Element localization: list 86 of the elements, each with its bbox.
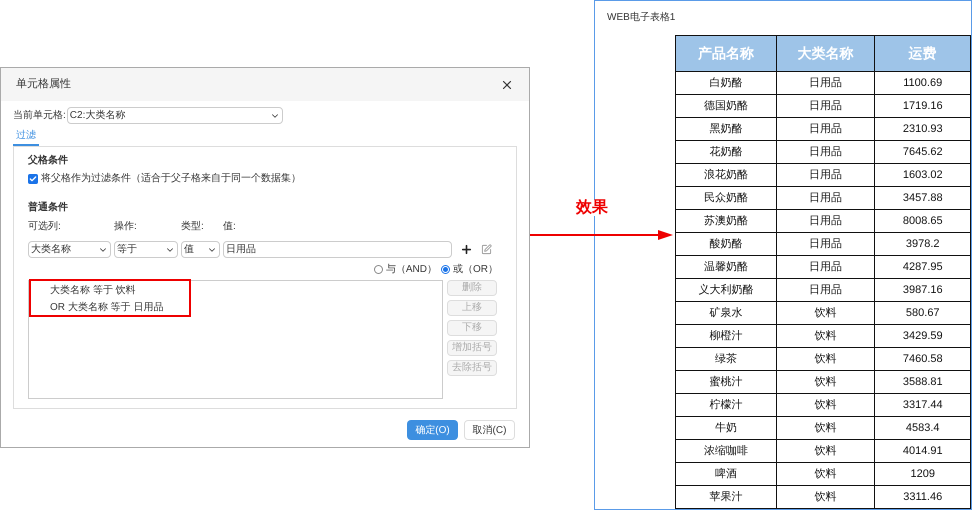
table-cell: 1719.16 <box>874 94 970 118</box>
operation-select[interactable]: 等于 <box>114 241 178 258</box>
table-cell: 日用品 <box>776 256 875 278</box>
table-cell: 温馨奶酪 <box>676 256 776 278</box>
table-cell: 日用品 <box>776 232 875 256</box>
table-cell: 日用品 <box>776 164 875 186</box>
table-cell: 饮料 <box>776 302 875 324</box>
table-cell: 4583.4 <box>874 416 970 440</box>
table-cell: 580.67 <box>874 302 970 324</box>
table-cell: 3311.46 <box>874 486 970 508</box>
table-cell: 3429.59 <box>874 324 970 348</box>
cell-select[interactable]: C2:大类名称 <box>66 107 283 124</box>
column-header: 产品名称 <box>676 36 776 72</box>
table-cell: 浓缩咖啡 <box>676 440 776 462</box>
dialog-title: 单元格属性 <box>16 77 71 92</box>
field-label: 可选列: <box>28 220 62 234</box>
table-cell: 日用品 <box>776 118 875 140</box>
section-title: 父格条件 <box>28 154 69 168</box>
table-cell: 日用品 <box>776 210 875 232</box>
table-cell: 3588.81 <box>874 370 970 394</box>
table-cell: 4014.91 <box>874 440 970 462</box>
field-label: 类型: <box>181 220 205 234</box>
table-cell: 民众奶酪 <box>676 186 776 210</box>
table-cell: 绿茶 <box>676 348 776 370</box>
table-cell: 饮料 <box>776 440 875 462</box>
table-cell: 饮料 <box>776 394 875 416</box>
radio-label: 或（OR） <box>453 262 498 277</box>
table-cell: 啤酒 <box>676 462 776 486</box>
table-cell: 3978.2 <box>874 232 970 256</box>
table-cell: 日用品 <box>776 186 875 210</box>
table-cell: 白奶酪 <box>676 72 776 94</box>
column-select[interactable]: 大类名称 <box>28 241 111 258</box>
table-cell: 饮料 <box>776 416 875 440</box>
table-cell: 4287.95 <box>874 256 970 278</box>
table-cell: 酸奶酪 <box>676 232 776 256</box>
column-header: 大类名称 <box>776 36 875 72</box>
table-cell: 浪花奶酪 <box>676 164 776 186</box>
arrow-label: 效果 <box>576 200 608 216</box>
table-cell: 义大利奶酪 <box>676 278 776 302</box>
field-label: 值: <box>223 220 236 234</box>
table-cell: 7460.58 <box>874 348 970 370</box>
table-cell: 柠檬汁 <box>676 394 776 416</box>
type-select[interactable]: 值 <box>181 241 220 258</box>
condition-item[interactable]: 大类名称 等于 饮料 <box>50 283 442 298</box>
field-label: 当前单元格: <box>13 108 66 123</box>
table-cell: 3987.16 <box>874 278 970 302</box>
table-cell: 矿泉水 <box>676 302 776 324</box>
column-header: 运费 <box>874 36 970 72</box>
table-cell: 饮料 <box>776 486 875 508</box>
radio-label: 与（AND） <box>386 262 437 277</box>
table-cell: 1603.02 <box>874 164 970 186</box>
table-cell: 蜜桃汁 <box>676 370 776 394</box>
table-cell: 黑奶酪 <box>676 118 776 140</box>
table-cell: 1100.69 <box>874 72 970 94</box>
report-title: WEB电子表格1 <box>607 10 676 25</box>
cancel-button[interactable]: 取消(C) <box>464 420 515 440</box>
table-cell: 花奶酪 <box>676 140 776 164</box>
radio-button[interactable] <box>374 265 383 274</box>
value-field[interactable]: 日用品 <box>223 241 452 258</box>
table-cell: 2310.93 <box>874 118 970 140</box>
table-cell: 饮料 <box>776 462 875 486</box>
section-title: 普通条件 <box>28 200 69 215</box>
edit-icon[interactable] <box>481 244 492 255</box>
table-cell: 牛奶 <box>676 416 776 440</box>
table-cell: 8008.65 <box>874 210 970 232</box>
table-cell: 日用品 <box>776 72 875 94</box>
table-cell: 饮料 <box>776 348 875 370</box>
table-cell: 7645.62 <box>874 140 970 164</box>
table-cell: 苏澳奶酪 <box>676 210 776 232</box>
table-cell: 饮料 <box>776 324 875 348</box>
table-cell: 苹果汁 <box>676 486 776 508</box>
radio-button[interactable] <box>441 265 450 274</box>
table-cell: 日用品 <box>776 140 875 164</box>
table-cell: 德国奶酪 <box>676 94 776 118</box>
table-cell: 柳橙汁 <box>676 324 776 348</box>
field-label: 操作: <box>114 220 138 234</box>
table-cell: 3317.44 <box>874 394 970 416</box>
table-cell: 日用品 <box>776 94 875 118</box>
checkbox-label: 将父格作为过滤条件（适合于父子格来自于同一个数据集） <box>41 172 301 186</box>
condition-item[interactable]: OR 大类名称 等于 日用品 <box>50 300 442 315</box>
table-cell: 1209 <box>874 462 970 486</box>
table-cell: 日用品 <box>776 278 875 302</box>
table-cell: 饮料 <box>776 370 875 394</box>
table-cell: 3457.88 <box>874 186 970 210</box>
checkbox[interactable] <box>28 174 38 184</box>
add-icon[interactable] <box>460 243 473 256</box>
